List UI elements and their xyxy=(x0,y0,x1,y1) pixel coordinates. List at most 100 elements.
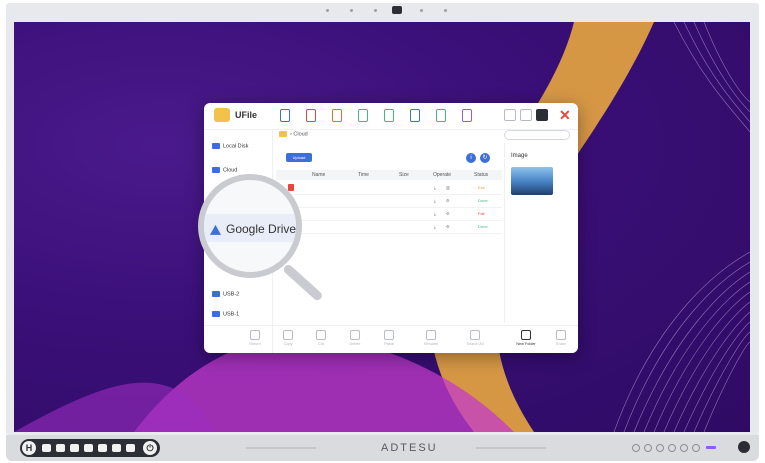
sidebar-item-usb-2[interactable]: USB-2 xyxy=(212,291,239,297)
sidebar-item-label: Local Disk xyxy=(223,143,249,150)
camera-icon xyxy=(392,6,402,14)
delete-icon[interactable]: ▥ xyxy=(446,185,450,190)
column-header: Operate xyxy=(433,172,452,178)
table-header: Name Time Size Operate Status xyxy=(276,170,502,180)
status-badge: Fail xyxy=(478,211,485,216)
usb-c-port xyxy=(706,446,716,449)
table-row[interactable]: ⤓ ⚙ Fail xyxy=(276,208,502,221)
copy-button[interactable]: Copy xyxy=(271,330,305,346)
disk-icon xyxy=(212,143,220,149)
preview-panel: Image xyxy=(504,143,578,323)
hardware-bottom-bar: H ⏻ ADTESU xyxy=(6,435,759,461)
tool-label: New Folder xyxy=(516,342,536,346)
audio-filter-icon[interactable] xyxy=(436,109,446,122)
return-icon xyxy=(250,330,260,340)
port-icon xyxy=(680,444,688,452)
list-view-icon[interactable] xyxy=(504,109,516,121)
settings-icon[interactable]: ⚙ xyxy=(446,198,450,203)
table-row[interactable]: ⤓ ▥ Exit xyxy=(276,182,502,195)
breadcrumb-item: Cloud xyxy=(293,131,308,138)
status-badge: Done xyxy=(478,198,488,203)
file-icon xyxy=(288,184,294,191)
new-folder-button[interactable]: New Folder xyxy=(509,330,543,346)
hw-key[interactable] xyxy=(84,444,93,452)
hw-key[interactable] xyxy=(98,444,107,452)
download-icon[interactable]: ⤓ xyxy=(434,198,436,203)
sort-icon[interactable] xyxy=(520,109,532,121)
image-filter-icon[interactable] xyxy=(384,109,394,122)
cloud-icon xyxy=(212,167,220,173)
sensor-icon xyxy=(738,441,750,453)
sensor-dot xyxy=(350,9,353,12)
tool-label: Cut xyxy=(318,342,324,346)
tool-label: Paste xyxy=(384,342,394,346)
hw-key[interactable] xyxy=(56,444,65,452)
paste-icon xyxy=(384,330,394,340)
power-button[interactable]: ⏻ xyxy=(143,441,157,455)
search-all-button[interactable]: Search All xyxy=(458,330,492,346)
tool-label: Return xyxy=(249,342,261,346)
settings-icon[interactable]: ⚙ xyxy=(446,224,450,229)
brand-logo: ADTESU xyxy=(381,442,438,454)
download-icon[interactable]: ⤓ xyxy=(434,224,436,229)
share-button[interactable]: Share xyxy=(544,330,578,346)
refresh-icon[interactable]: ↻ xyxy=(480,153,490,163)
sensor-dot xyxy=(326,9,329,12)
download-icon[interactable]: ⤓ xyxy=(434,211,436,216)
column-header: Time xyxy=(358,172,369,178)
divider xyxy=(476,447,546,449)
usb-icon xyxy=(212,291,220,297)
cut-button[interactable]: Cut xyxy=(304,330,338,346)
hw-key[interactable] xyxy=(112,444,121,452)
table-row[interactable]: ⤓ ⚙ Done xyxy=(276,195,502,208)
return-button[interactable]: Return xyxy=(238,330,272,346)
app-title: UFile xyxy=(235,110,258,120)
preview-thumbnail[interactable] xyxy=(511,167,553,195)
port-icon xyxy=(692,444,700,452)
video-filter-icon[interactable] xyxy=(410,109,420,122)
settings-icon[interactable]: ⚙ xyxy=(446,211,450,216)
delete-button[interactable]: Delete xyxy=(338,330,372,346)
upload-button[interactable]: Upload xyxy=(286,153,312,162)
spreadsheet-filter-icon[interactable] xyxy=(358,109,368,122)
hw-key[interactable] xyxy=(126,444,135,452)
bezel-top xyxy=(6,3,759,17)
sidebar-item-local-disk[interactable]: Local Disk xyxy=(212,143,248,149)
table-row[interactable]: ⤓ ⚙ Done xyxy=(276,221,502,234)
breadcrumb[interactable]: › Cloud xyxy=(279,131,308,137)
google-drive-label: Google Drive xyxy=(226,222,297,236)
paste-button[interactable]: Paste xyxy=(372,330,406,346)
tool-label: Share xyxy=(555,342,567,346)
port-icon xyxy=(644,444,652,452)
grid-view-icon[interactable] xyxy=(536,109,548,121)
status-badge: Done xyxy=(478,224,488,229)
close-button[interactable]: ✕ xyxy=(559,107,571,124)
sensor-dot xyxy=(420,9,423,12)
sidebar-item-cloud[interactable]: Cloud xyxy=(212,167,237,173)
rename-icon xyxy=(426,330,436,340)
presentation-filter-icon[interactable] xyxy=(332,109,342,122)
delete-icon xyxy=(350,330,360,340)
pdf-filter-icon[interactable] xyxy=(306,109,316,122)
sidebar-item-label: USB-2 xyxy=(223,291,240,298)
magnifier-lens: Google Drive xyxy=(198,174,302,278)
sidebar-item-label: Cloud xyxy=(223,167,238,174)
front-button-strip: H ⏻ xyxy=(20,439,160,457)
hw-key[interactable] xyxy=(42,444,51,452)
info-icon[interactable]: i xyxy=(466,153,476,163)
hw-key[interactable] xyxy=(70,444,79,452)
google-drive-item[interactable]: Google Drive xyxy=(210,222,296,236)
tool-label: Copy xyxy=(283,342,293,346)
other-filter-icon[interactable] xyxy=(462,109,472,122)
download-icon[interactable]: ⤓ xyxy=(434,185,436,190)
column-header: Size xyxy=(399,172,409,178)
search-input[interactable] xyxy=(504,130,570,140)
rename-button[interactable]: Rename xyxy=(414,330,448,346)
tool-label: Delete xyxy=(349,342,361,346)
google-drive-icon xyxy=(210,224,221,235)
hdmi-button[interactable]: H xyxy=(22,441,36,455)
bottom-toolbar: Return Copy Cut Delete Paste Rename Sear… xyxy=(204,325,578,353)
document-filter-icon[interactable] xyxy=(280,109,290,122)
sidebar-item-usb-1[interactable]: USB-1 xyxy=(212,311,239,317)
port-icon xyxy=(668,444,676,452)
